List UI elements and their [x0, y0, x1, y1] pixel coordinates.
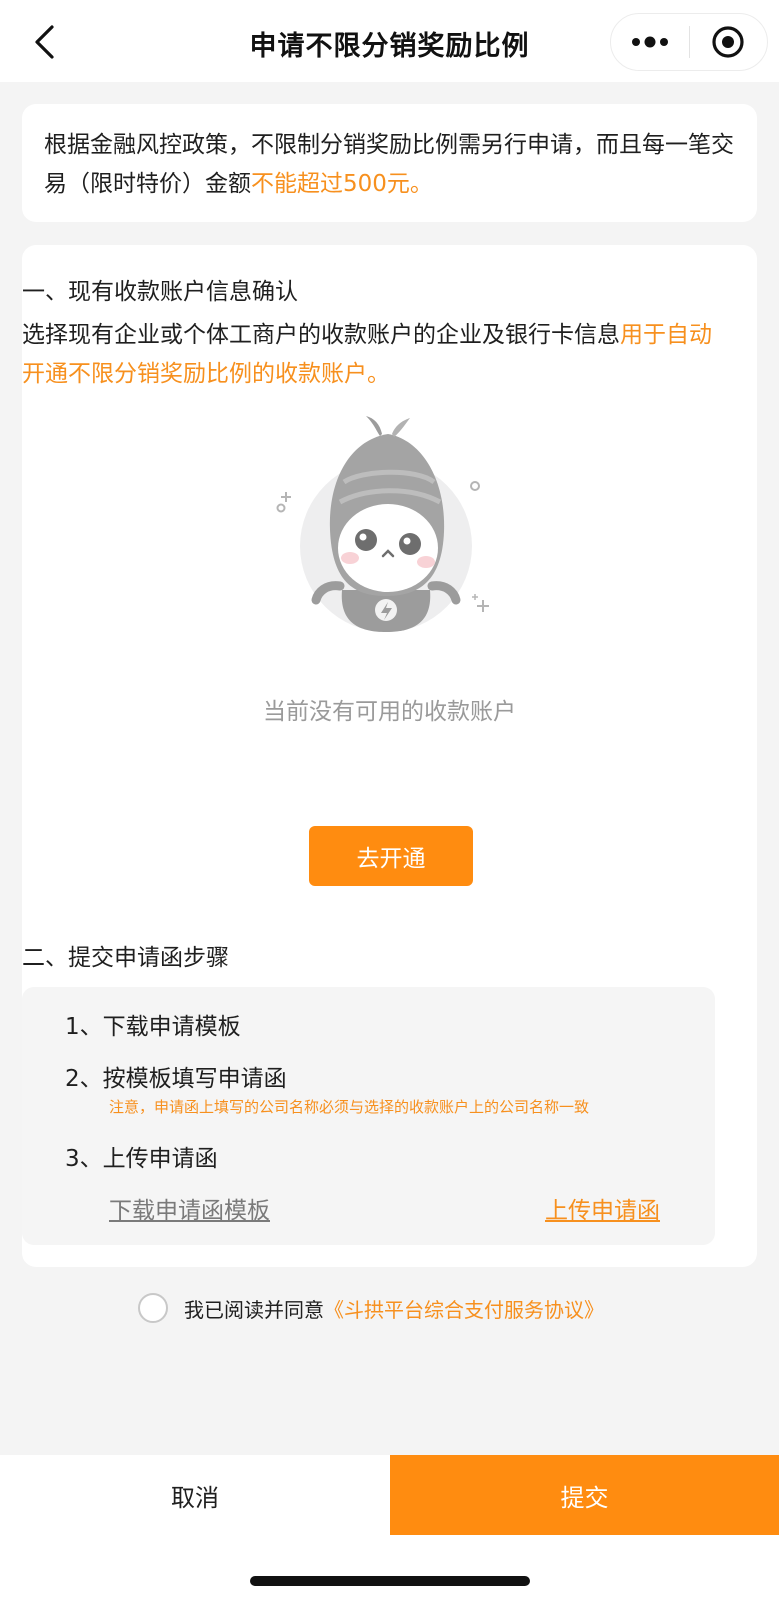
nav-bar: 申请不限分销奖励比例	[0, 0, 779, 82]
policy-notice-highlight: 不能超过500元。	[251, 171, 433, 197]
empty-account-text: 当前没有可用的收款账户	[263, 699, 516, 725]
agreement-row: 我已阅读并同意 《斗拱平台综合支付服务协议》	[138, 1292, 604, 1324]
agreement-link[interactable]: 《斗拱平台综合支付服务协议》	[324, 1294, 604, 1323]
open-account-button[interactable]: 去开通	[309, 826, 473, 886]
submit-button[interactable]: 提交	[390, 1455, 779, 1535]
download-template-link[interactable]: 下载申请函模板	[109, 1191, 270, 1225]
section-account-confirm-title: 一、现有收款账户信息确认	[22, 279, 298, 305]
more-icon[interactable]	[611, 14, 689, 70]
home-indicator	[250, 1576, 530, 1586]
home-indicator-area	[0, 1535, 779, 1600]
step-download-template: 1、下载申请模板	[65, 1014, 241, 1040]
close-mini-program-icon[interactable]	[690, 14, 768, 70]
empty-account-illustration	[276, 416, 489, 632]
step-upload-application: 3、上传申请函	[65, 1146, 218, 1172]
bottom-action-bar: 取消 提交	[0, 1455, 779, 1535]
section-submit-steps-title: 二、提交申请函步骤	[22, 945, 229, 971]
policy-notice-text: 根据金融风控政策，不限制分销奖励比例需另行申请，而且每一笔交易（限时特价）金额不…	[44, 126, 735, 204]
step-fill-note: 注意，申请函上填写的公司名称必须与选择的收款账户上的公司名称一致	[109, 1098, 590, 1116]
agreement-checkbox[interactable]	[138, 1293, 168, 1323]
step-fill-application: 2、按模板填写申请函	[65, 1066, 287, 1092]
policy-notice-card: 根据金融风控政策，不限制分销奖励比例需另行申请，而且每一笔交易（限时特价）金额不…	[22, 104, 757, 222]
mini-program-capsule	[610, 13, 768, 71]
upload-application-link[interactable]: 上传申请函	[545, 1191, 660, 1225]
agreement-text: 我已阅读并同意	[184, 1297, 324, 1322]
account-desc-normal: 选择现有企业或个体工商户的收款账户的企业及银行卡信息	[22, 322, 620, 348]
cancel-button[interactable]: 取消	[0, 1455, 390, 1535]
section-account-confirm-desc: 选择现有企业或个体工商户的收款账户的企业及银行卡信息用于自动开通不限分销奖励比例…	[22, 316, 717, 394]
